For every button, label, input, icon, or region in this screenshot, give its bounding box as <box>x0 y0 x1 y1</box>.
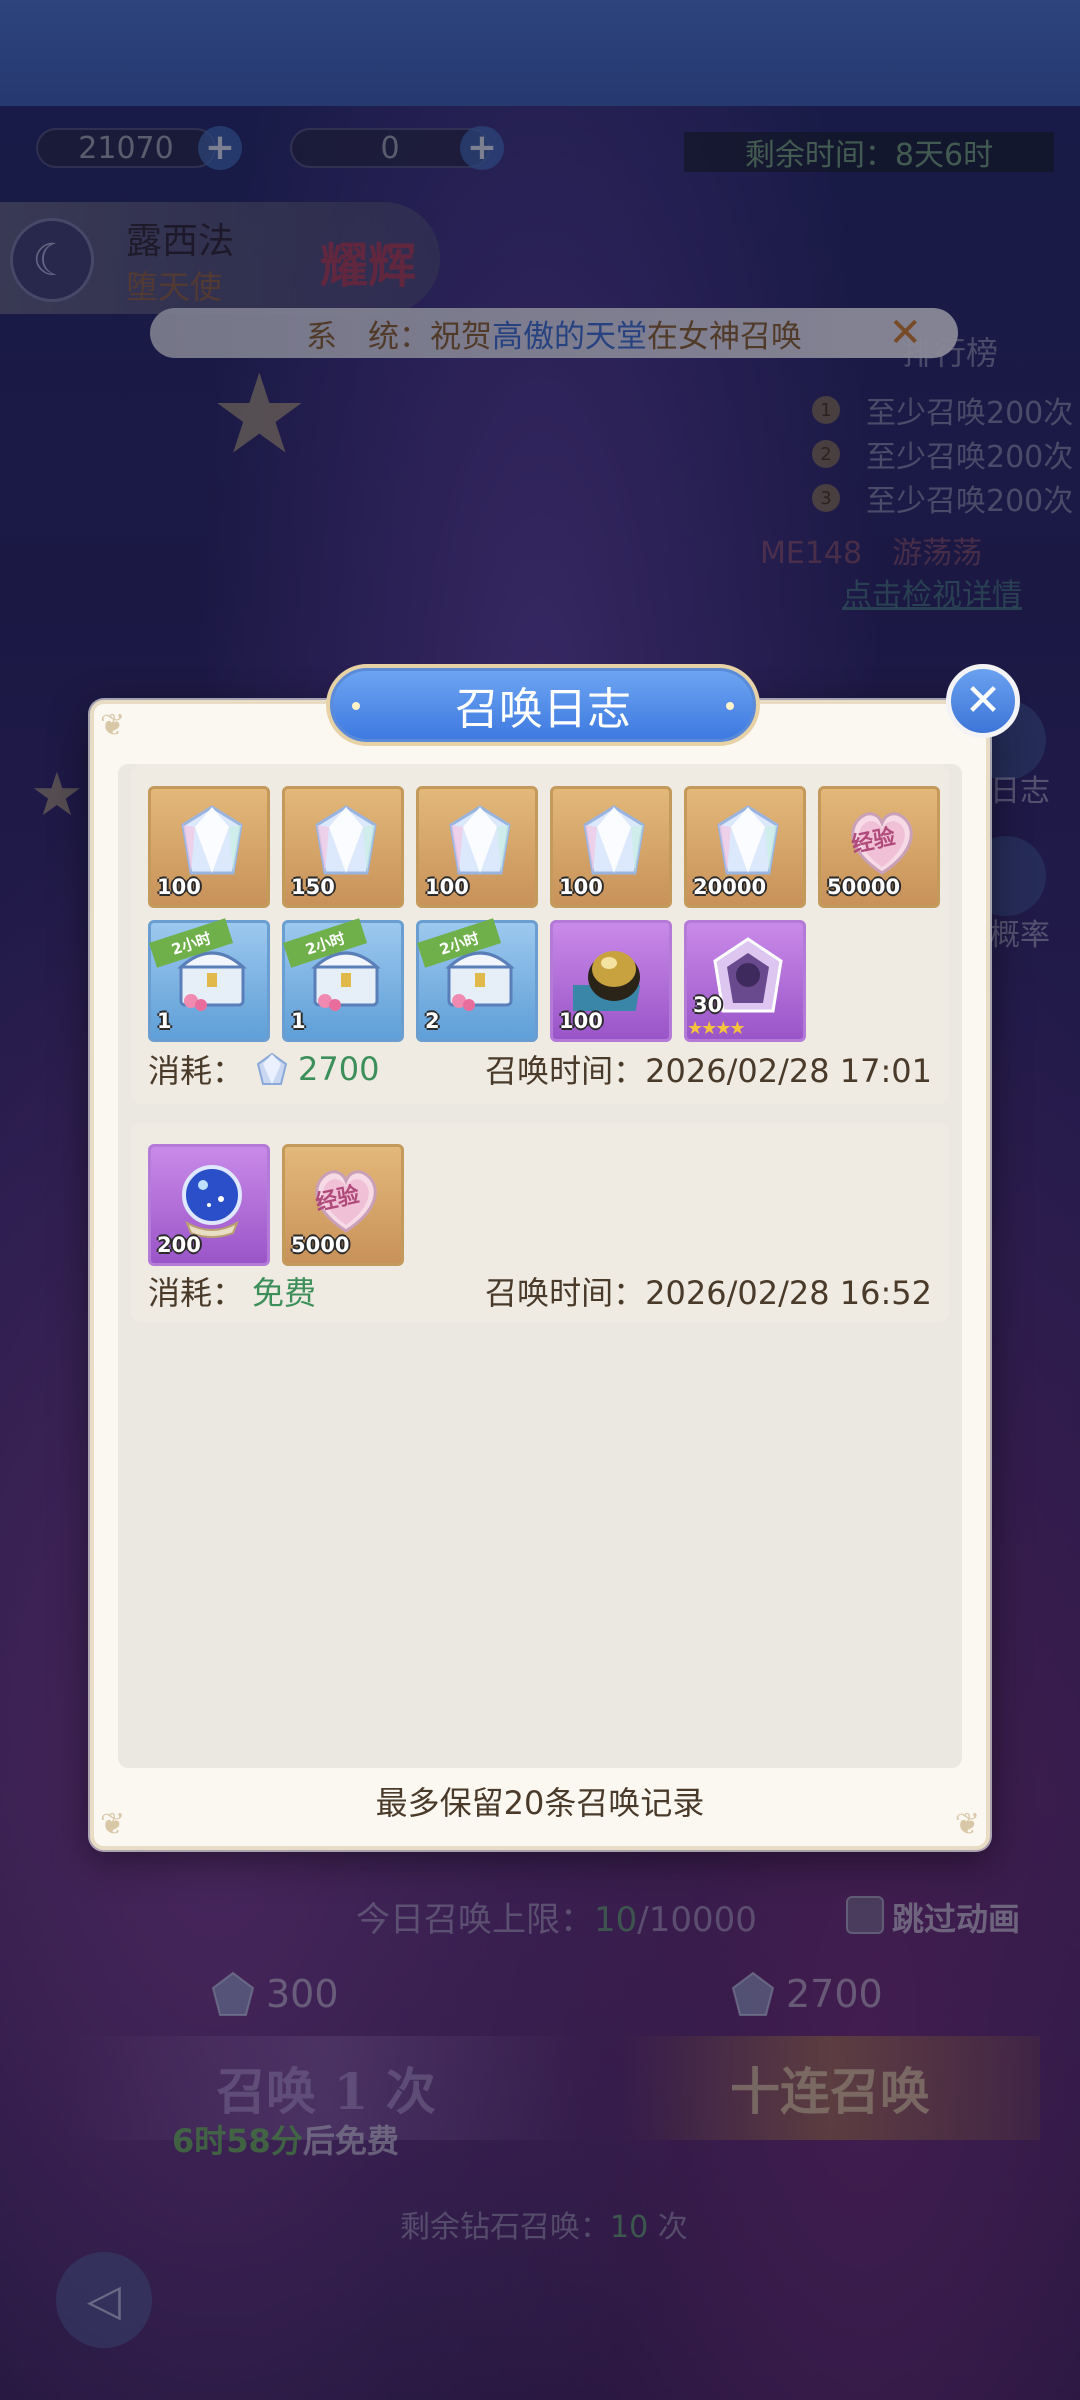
gem-reward-item[interactable]: 100 <box>550 786 672 908</box>
summon-log-dialog: ❦ ❦ ❦ ❦ 召唤日志 10015010010020000经验500002小时… <box>90 664 990 1850</box>
dialog-title: 召唤日志 <box>326 664 760 746</box>
item-quantity: 150 <box>291 875 335 899</box>
time-value: 2026/02/28 16:52 <box>645 1274 932 1312</box>
crystal-icon <box>171 1159 253 1241</box>
log-record: 100 150 100 100 20000 经验 50000 2小时 1 2小时 1 2小时 2 100 ★… <box>130 764 950 1104</box>
title-dot <box>352 702 360 710</box>
time-label: 召唤时间： <box>485 1052 646 1090</box>
dialog-title-text: 召唤日志 <box>455 684 631 735</box>
item-quantity: 100 <box>425 875 469 899</box>
item-quantity: 5000 <box>291 1233 350 1257</box>
orb-icon <box>565 935 655 1017</box>
exp-reward-item[interactable]: 经验 5000 <box>282 1144 404 1266</box>
item-quantity: 2 <box>425 1009 440 1033</box>
record-cost: 消耗： 免费 <box>148 1268 316 1314</box>
corner-ornament-icon: ❦ <box>100 708 126 743</box>
item-quantity: 200 <box>157 1233 201 1257</box>
gem-reward-item[interactable]: 20000 <box>684 786 806 908</box>
item-quantity: 30 <box>693 993 723 1017</box>
shard-reward-item[interactable]: ★★★★ 30 <box>684 920 806 1042</box>
chest-reward-item[interactable]: 2小时 1 <box>148 918 270 1042</box>
gem-icon <box>256 1052 288 1085</box>
cost-label: 消耗： <box>148 1052 245 1090</box>
gem-icon <box>573 801 655 883</box>
cost-label: 消耗： <box>148 1274 245 1312</box>
time-label: 召唤时间： <box>485 1274 646 1312</box>
time-value: 2026/02/28 17:01 <box>645 1052 932 1090</box>
gem-icon <box>707 801 789 883</box>
item-quantity: 100 <box>559 875 603 899</box>
log-retention-note: 最多保留20条召唤记录 <box>375 1784 705 1822</box>
item-quantity: 1 <box>157 1009 172 1033</box>
gem-reward-item[interactable]: 150 <box>282 786 404 908</box>
item-quantity: 1 <box>291 1009 306 1033</box>
title-dot <box>726 702 734 710</box>
gem-icon <box>305 801 387 883</box>
log-record: 200 经验 5000 消耗： 免费 召唤时间：2026/02/28 16:52 <box>130 1122 950 1322</box>
close-dialog-button[interactable]: ✕ <box>946 664 1020 738</box>
item-quantity: 100 <box>157 875 201 899</box>
record-time: 召唤时间：2026/02/28 16:52 <box>485 1268 932 1314</box>
item-quantity: 50000 <box>827 875 901 899</box>
star-rating: ★★★★ <box>687 1018 746 1039</box>
item-quantity: 20000 <box>693 875 767 899</box>
gem-reward-item[interactable]: 100 <box>148 786 270 908</box>
log-list[interactable]: 100 150 100 100 20000 经验 50000 2小时 1 2小时 1 2小时 2 100 ★… <box>118 764 962 1768</box>
gem-icon <box>439 801 521 883</box>
orb-reward-item[interactable]: 100 <box>550 920 672 1042</box>
record-cost: 消耗： 2700 <box>148 1046 379 1092</box>
chest-reward-item[interactable]: 2小时 1 <box>282 918 404 1042</box>
gem-icon <box>171 801 253 883</box>
item-quantity: 100 <box>559 1009 603 1033</box>
record-time: 召唤时间：2026/02/28 17:01 <box>485 1046 932 1092</box>
close-icon: ✕ <box>964 675 1002 726</box>
crystal-reward-item[interactable]: 200 <box>148 1144 270 1266</box>
cost-value: 2700 <box>298 1050 380 1088</box>
exp-reward-item[interactable]: 经验 50000 <box>818 786 940 908</box>
cost-value: 免费 <box>252 1274 317 1312</box>
gem-reward-item[interactable]: 100 <box>416 786 538 908</box>
chest-reward-item[interactable]: 2小时 2 <box>416 918 538 1042</box>
